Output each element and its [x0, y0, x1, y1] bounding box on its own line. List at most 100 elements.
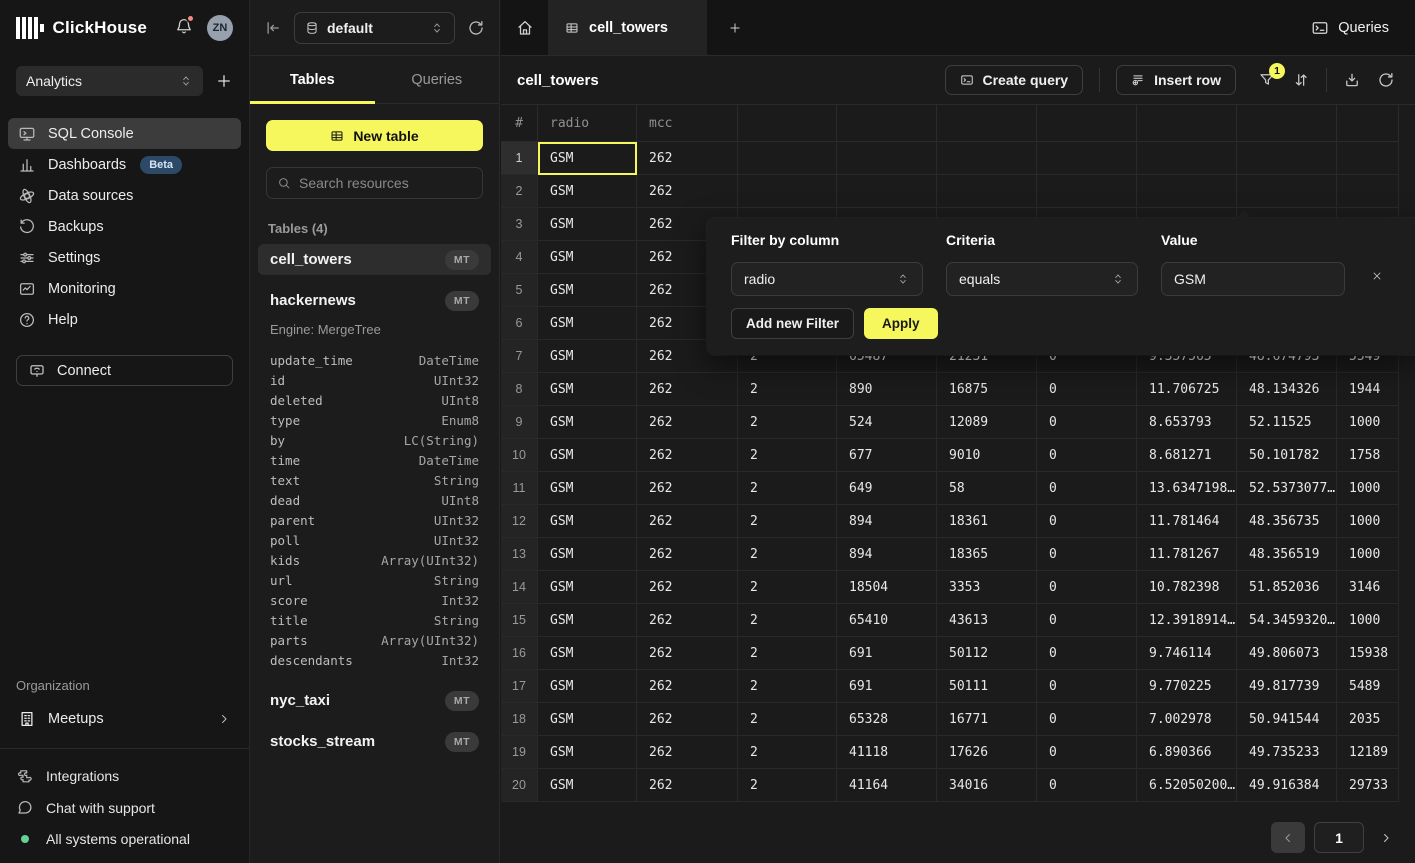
refresh-data-button[interactable] [1377, 71, 1395, 89]
table-cell[interactable]: 10.782398 [1137, 571, 1237, 604]
remove-filter-button[interactable] [1371, 270, 1383, 282]
table-cell[interactable]: 5489 [1337, 670, 1399, 703]
table-cell[interactable]: 1000 [1337, 604, 1399, 637]
table-cell[interactable]: 677 [837, 439, 937, 472]
apply-filter-button[interactable]: Apply [864, 308, 938, 339]
table-cell[interactable]: 524 [837, 406, 937, 439]
column-header[interactable] [738, 105, 837, 142]
table-cell[interactable]: 6.890366 [1137, 736, 1237, 769]
table-cell[interactable]: 65328 [837, 703, 937, 736]
table-cell[interactable]: 11.781464 [1137, 505, 1237, 538]
table-cell[interactable]: 262 [637, 505, 738, 538]
table-cell[interactable]: 34016 [937, 769, 1037, 802]
table-cell[interactable]: 50111 [937, 670, 1037, 703]
table-cell[interactable] [1137, 142, 1237, 175]
table-cell[interactable]: 894 [837, 505, 937, 538]
table-cell[interactable]: 0 [1037, 406, 1137, 439]
filter-value-input[interactable] [1174, 271, 1332, 287]
table-cell[interactable]: 49.735233 [1237, 736, 1337, 769]
download-button[interactable] [1343, 71, 1361, 89]
table-cell[interactable]: 894 [837, 538, 937, 571]
table-cell[interactable]: 16875 [937, 373, 1037, 406]
table-cell[interactable]: 2 [738, 472, 837, 505]
connect-button[interactable]: Connect [16, 355, 233, 386]
tab-tables[interactable]: Tables [250, 56, 375, 103]
sidebar-item-help[interactable]: Help [8, 304, 241, 335]
table-cell[interactable]: GSM [538, 241, 637, 274]
table-cell[interactable] [937, 142, 1037, 175]
table-cell[interactable]: 12189 [1337, 736, 1399, 769]
column-header-radio[interactable]: radio [538, 105, 637, 142]
table-cell[interactable]: 2 [738, 637, 837, 670]
workspace-select[interactable]: Analytics [16, 66, 203, 96]
table-cell[interactable] [738, 175, 837, 208]
table-cell[interactable]: 691 [837, 637, 937, 670]
table-cell[interactable]: 262 [637, 373, 738, 406]
table-cell[interactable]: 2 [738, 373, 837, 406]
table-cell[interactable]: GSM [538, 208, 637, 241]
next-page-button[interactable] [1373, 822, 1399, 853]
table-cell[interactable]: 0 [1037, 505, 1137, 538]
table-cell[interactable]: 11.706725 [1137, 373, 1237, 406]
table-cell[interactable]: 262 [637, 472, 738, 505]
table-cell[interactable]: GSM [538, 142, 637, 175]
table-cell[interactable]: 7.002978 [1137, 703, 1237, 736]
table-cell[interactable] [1137, 175, 1237, 208]
table-cell[interactable]: 18504 [837, 571, 937, 604]
table-cell[interactable]: 52.5373077… [1237, 472, 1337, 505]
table-cell[interactable]: 0 [1037, 736, 1137, 769]
table-cell[interactable]: 0 [1037, 472, 1137, 505]
table-cell[interactable]: 262 [637, 604, 738, 637]
table-cell[interactable]: 6.52050200… [1137, 769, 1237, 802]
table-cell[interactable]: 2 [738, 736, 837, 769]
table-cell[interactable]: 54.3459320… [1237, 604, 1337, 637]
table-cell[interactable]: GSM [538, 472, 637, 505]
table-cell[interactable] [738, 142, 837, 175]
table-cell[interactable] [1037, 142, 1137, 175]
table-cell[interactable]: 51.852036 [1237, 571, 1337, 604]
table-cell[interactable]: 18361 [937, 505, 1037, 538]
table-cell[interactable]: 0 [1037, 373, 1137, 406]
table-cell[interactable]: 49.817739 [1237, 670, 1337, 703]
add-workspace-button[interactable] [215, 72, 233, 90]
table-cell[interactable]: GSM [538, 439, 637, 472]
table-cell[interactable]: 29733 [1337, 769, 1399, 802]
table-cell[interactable]: GSM [538, 604, 637, 637]
table-cell[interactable]: 1000 [1337, 472, 1399, 505]
table-cell[interactable]: 9010 [937, 439, 1037, 472]
sidebar-item-integrations[interactable]: Integrations [16, 767, 233, 785]
table-cell[interactable] [1337, 142, 1399, 175]
sidebar-item-meetups[interactable]: Meetups [8, 703, 241, 734]
table-list-item-nyc_taxi[interactable]: nyc_taxiMT [258, 685, 491, 716]
table-cell[interactable]: 48.356519 [1237, 538, 1337, 571]
sort-button[interactable] [1292, 71, 1310, 89]
table-cell[interactable]: 262 [637, 703, 738, 736]
table-cell[interactable]: 58 [937, 472, 1037, 505]
current-page-indicator[interactable]: 1 [1314, 822, 1364, 853]
table-cell[interactable]: 0 [1037, 637, 1137, 670]
table-cell[interactable]: GSM [538, 307, 637, 340]
sidebar-item-monitoring[interactable]: Monitoring [8, 273, 241, 304]
column-header[interactable] [1237, 105, 1337, 142]
table-cell[interactable]: 8.653793 [1137, 406, 1237, 439]
table-cell[interactable]: 1000 [1337, 406, 1399, 439]
table-cell[interactable]: 50112 [937, 637, 1037, 670]
collapse-panel-button[interactable] [264, 19, 282, 37]
table-cell[interactable]: 8.681271 [1137, 439, 1237, 472]
table-cell[interactable]: 0 [1037, 703, 1137, 736]
home-button[interactable] [501, 0, 549, 55]
table-cell[interactable]: GSM [538, 175, 637, 208]
table-cell[interactable]: 2 [738, 505, 837, 538]
table-cell[interactable] [1037, 175, 1137, 208]
table-cell[interactable]: 2035 [1337, 703, 1399, 736]
sidebar-item-sql-console[interactable]: SQL Console [8, 118, 241, 149]
table-cell[interactable]: 1758 [1337, 439, 1399, 472]
table-cell[interactable]: 65410 [837, 604, 937, 637]
table-cell[interactable]: 2 [738, 769, 837, 802]
table-cell[interactable]: 0 [1037, 769, 1137, 802]
table-cell[interactable]: 890 [837, 373, 937, 406]
table-cell[interactable]: GSM [538, 373, 637, 406]
table-cell[interactable]: GSM [538, 769, 637, 802]
table-cell[interactable]: 262 [637, 637, 738, 670]
table-cell[interactable]: 41118 [837, 736, 937, 769]
